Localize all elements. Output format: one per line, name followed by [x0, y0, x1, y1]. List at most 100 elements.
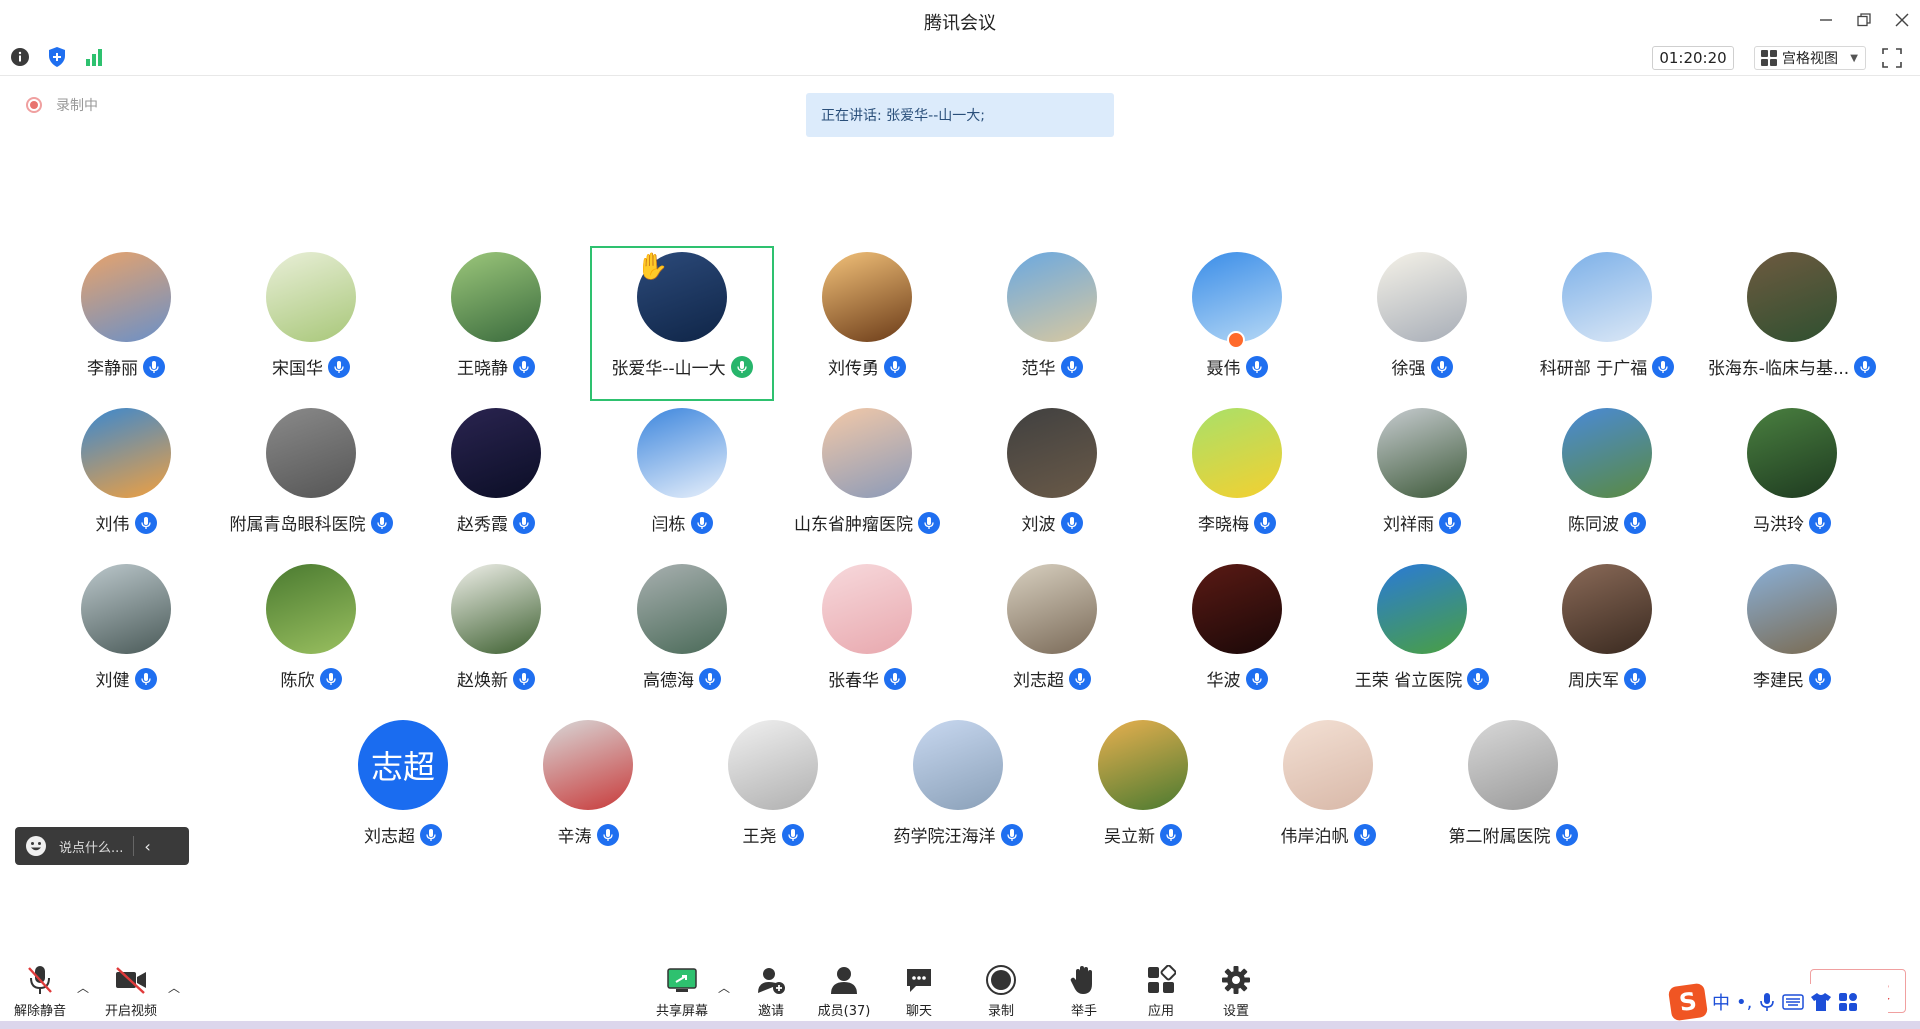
participant-name: 王荣 省立医院	[1354, 671, 1463, 691]
participant-tile[interactable]: 闫栋	[590, 402, 774, 557]
participant-name: 科研部 于广福	[1539, 359, 1648, 379]
participant-tile[interactable]: 刘志超	[960, 558, 1144, 713]
participant-tile[interactable]: 赵秀霞	[404, 402, 588, 557]
close-button[interactable]	[1884, 6, 1920, 34]
participant-name-row: 高德海	[590, 666, 774, 691]
avatar	[1747, 408, 1837, 498]
participant-tile[interactable]: 王晓静	[404, 246, 588, 401]
collapse-chevron-icon[interactable]: ‹	[144, 837, 150, 856]
participant-name-row: 闫栋	[590, 510, 774, 535]
audio-options-chevron-icon[interactable]: ︿	[77, 979, 89, 996]
participant-tile[interactable]: 刘健	[34, 558, 218, 713]
participant-name: 刘志超	[364, 827, 415, 847]
members-button[interactable]: 成员(37)	[808, 963, 880, 1025]
grid-view-icon	[1761, 50, 1777, 66]
participant-tile[interactable]: 李晓梅	[1145, 402, 1329, 557]
participant-name: 范华	[1021, 359, 1056, 379]
avatar: 志超	[358, 720, 448, 810]
participant-name-row: 辛涛	[496, 822, 680, 847]
participant-name-row: 刘伟	[34, 510, 218, 535]
participant-tile[interactable]: 李静丽	[34, 246, 218, 401]
fullscreen-button[interactable]	[1882, 48, 1902, 68]
chat-button[interactable]: 聊天	[883, 963, 955, 1025]
quick-chat-box[interactable]: 说点什么... ‹	[15, 827, 189, 865]
add-user-icon	[753, 963, 789, 997]
participant-tile[interactable]: ✋ 张爱华--山一大	[590, 246, 774, 401]
participant-name: 吴立新	[1104, 827, 1155, 847]
participant-tile[interactable]: 赵焕新	[404, 558, 588, 713]
record-button[interactable]: 录制	[965, 963, 1037, 1025]
participant-tile[interactable]: 山东省肿瘤医院	[775, 402, 959, 557]
restore-button[interactable]	[1846, 6, 1882, 34]
participant-tile[interactable]: 刘传勇	[775, 246, 959, 401]
participant-name-row: 刘传勇	[775, 354, 959, 379]
participant-tile[interactable]: 范华	[960, 246, 1144, 401]
video-options-chevron-icon[interactable]: ︿	[168, 979, 180, 996]
avatar	[81, 252, 171, 342]
toolbox-grid-icon[interactable]	[1838, 992, 1858, 1012]
invite-button[interactable]: 邀请	[735, 963, 807, 1025]
mic-icon	[1060, 355, 1083, 378]
participant-tile[interactable]: 华波	[1145, 558, 1329, 713]
chat-placeholder[interactable]: 说点什么...	[59, 837, 123, 856]
participant-tile[interactable]: 周庆军	[1515, 558, 1699, 713]
punctuation-icon[interactable]: •,	[1736, 992, 1752, 1013]
raise-hand-button[interactable]: 举手	[1048, 963, 1120, 1025]
participant-tile[interactable]: 张春华	[775, 558, 959, 713]
participant-tile[interactable]: 张海东-临床与基...	[1700, 246, 1884, 401]
skin-shirt-icon[interactable]	[1810, 992, 1832, 1012]
view-mode-dropdown[interactable]: 宫格视图 ▼	[1754, 46, 1866, 70]
mic-icon	[1555, 823, 1578, 846]
participant-tile[interactable]: 志超刘志超	[311, 714, 495, 869]
avatar	[451, 564, 541, 654]
participant-tile[interactable]: 科研部 于广福	[1515, 246, 1699, 401]
keyboard-icon[interactable]	[1782, 993, 1805, 1011]
participant-tile[interactable]: 陈欣	[219, 558, 403, 713]
participant-name: 刘伟	[95, 515, 130, 535]
participant-tile[interactable]: 宋国华	[219, 246, 403, 401]
participant-tile[interactable]: 刘祥雨	[1330, 402, 1514, 557]
apps-grid-icon	[1143, 963, 1179, 997]
meeting-info-button[interactable]	[9, 46, 31, 68]
participant-tile[interactable]: 李建民	[1700, 558, 1884, 713]
settings-button[interactable]: 设置	[1200, 963, 1272, 1025]
ime-toolbar[interactable]: S 中 •,	[1667, 982, 1888, 1022]
avatar	[1007, 408, 1097, 498]
ime-language-label[interactable]: 中	[1712, 989, 1730, 1015]
participant-tile[interactable]: 聂伟	[1145, 246, 1329, 401]
recording-dot-icon	[26, 97, 42, 113]
participant-tile[interactable]: 第二附属医院	[1421, 714, 1605, 869]
share-screen-button[interactable]: 共享屏幕	[646, 963, 718, 1025]
participant-name: 刘祥雨	[1383, 515, 1434, 535]
top-toolbar: 01:20:20 宫格视图 ▼	[0, 40, 1920, 76]
mic-icon	[884, 667, 906, 690]
participant-tile[interactable]: 药学院汪海洋	[866, 714, 1050, 869]
participant-tile[interactable]: 附属青岛眼科医院	[219, 402, 403, 557]
participant-tile[interactable]: 马洪玲	[1700, 402, 1884, 557]
participant-tile[interactable]: 刘伟	[34, 402, 218, 557]
participant-tile[interactable]: 高德海	[590, 558, 774, 713]
participant-tile[interactable]: 吴立新	[1051, 714, 1235, 869]
participant-tile[interactable]: 陈同波	[1515, 402, 1699, 557]
mic-icon	[1624, 511, 1646, 534]
avatar	[1377, 564, 1467, 654]
participant-tile[interactable]: 辛涛	[496, 714, 680, 869]
participant-tile[interactable]: 王尧	[681, 714, 865, 869]
share-options-chevron-icon[interactable]: ︿	[718, 979, 730, 996]
apps-button[interactable]: 应用	[1125, 963, 1197, 1025]
network-status-button[interactable]	[83, 46, 105, 68]
ime-mic-icon[interactable]	[1758, 992, 1776, 1012]
unmute-button[interactable]: 解除静音	[4, 963, 76, 1025]
emoji-icon[interactable]	[25, 835, 47, 857]
minimize-button[interactable]	[1808, 6, 1844, 34]
avatar	[451, 252, 541, 342]
participant-tile[interactable]: 徐强	[1330, 246, 1514, 401]
camera-off-icon	[113, 963, 149, 997]
participant-tile[interactable]: 伟岸泊帆	[1236, 714, 1420, 869]
participant-tile[interactable]: 王荣 省立医院	[1330, 558, 1514, 713]
avatar	[637, 408, 727, 498]
participant-name: 赵秀霞	[457, 515, 508, 535]
start-video-button[interactable]: 开启视频	[95, 963, 167, 1025]
security-button[interactable]	[46, 46, 68, 68]
participant-tile[interactable]: 刘波	[960, 402, 1144, 557]
